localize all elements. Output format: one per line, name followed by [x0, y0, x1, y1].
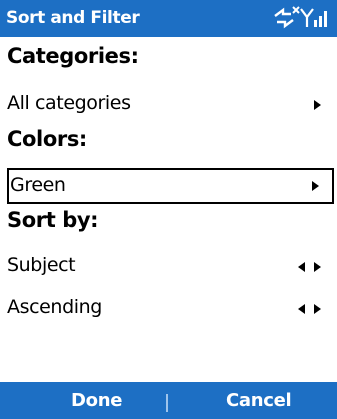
arrow-right-icon	[314, 262, 321, 272]
cancel-button[interactable]: Cancel	[226, 390, 292, 411]
arrow-left-icon	[298, 262, 305, 272]
screen-title: Sort and Filter	[6, 8, 140, 28]
softkey-bar: Done Cancel	[0, 382, 337, 419]
arrow-right-icon	[314, 100, 321, 110]
colors-selector[interactable]: Green	[7, 168, 334, 204]
sort-field-selector[interactable]: Subject	[0, 249, 337, 285]
sort-order-value: Ascending	[7, 296, 102, 318]
sort-filter-screen: Sort and Filter Categories: All categori…	[0, 0, 337, 419]
sort-order-selector[interactable]: Ascending	[0, 291, 337, 327]
colors-value: Green	[10, 174, 66, 196]
status-icons	[269, 5, 331, 31]
sort-by-header: Sort by:	[7, 208, 99, 232]
sort-field-value: Subject	[7, 254, 76, 276]
arrow-left-icon	[298, 304, 305, 314]
done-button[interactable]: Done	[71, 390, 122, 411]
categories-header: Categories:	[7, 44, 139, 68]
categories-selector[interactable]: All categories	[0, 87, 337, 123]
arrow-right-icon	[314, 304, 321, 314]
categories-value: All categories	[7, 92, 131, 114]
connectivity-icon	[274, 6, 327, 29]
arrow-right-icon	[312, 181, 319, 191]
softkey-divider	[166, 394, 168, 412]
colors-header: Colors:	[7, 127, 87, 151]
title-bar: Sort and Filter	[0, 0, 337, 37]
